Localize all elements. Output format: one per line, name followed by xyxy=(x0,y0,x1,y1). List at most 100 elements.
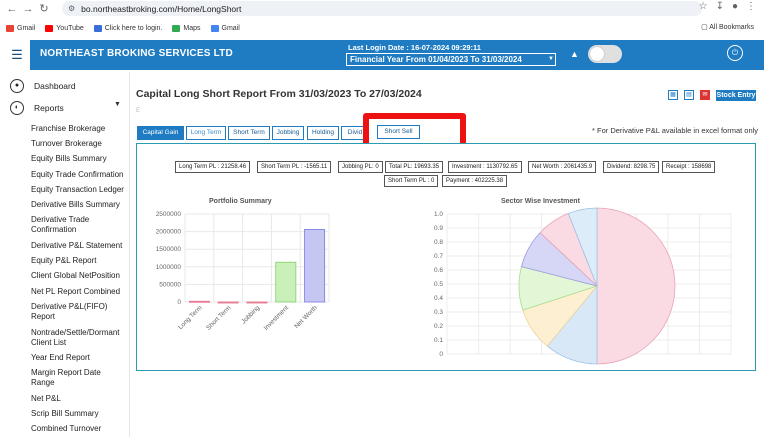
forward-icon[interactable]: → xyxy=(20,1,36,17)
pie-y-tick-label: 0.7 xyxy=(434,253,443,260)
sidebar-item-franchise-brokerage[interactable]: Franchise Brokerage xyxy=(31,124,127,134)
bar xyxy=(217,301,239,304)
sidebar-item-derivative-pl-statement[interactable]: Derivative P&L Statement xyxy=(31,241,127,251)
mail-icon[interactable]: ✉ xyxy=(700,90,710,100)
stat-receipt: Receipt : 158698 xyxy=(662,161,716,173)
page-subtitle: E xyxy=(136,108,141,114)
address-bar[interactable]: ⚙ bo.northeastbroking.com/Home/LongShort xyxy=(62,1,702,16)
sidebar-item-net-pl-report-combined[interactable]: Net PL Report Combined xyxy=(31,287,127,297)
sidebar-item-client-global-netposition[interactable]: Client Global NetPosition xyxy=(31,271,127,281)
pie-y-tick-label: 0.4 xyxy=(434,295,443,302)
pie-slice xyxy=(596,207,676,365)
financial-year-select[interactable]: Financial Year From 01/04/2023 To 31/03/… xyxy=(346,53,556,66)
sidebar-item-year-end-report[interactable]: Year End Report xyxy=(31,353,127,363)
stat-dividend: Dividend: 8298.75 xyxy=(603,161,660,173)
tab-long-term[interactable]: Long Term xyxy=(186,126,226,140)
stock-entry-button[interactable]: Stock Entry xyxy=(716,90,756,101)
sidebar-item-derivative-bills-summary[interactable]: Derivative Bills Summary xyxy=(31,200,127,210)
sidebar-item-combined-turnover[interactable]: Combined Turnover xyxy=(31,424,127,434)
url-text: bo.northeastbroking.com/Home/LongShort xyxy=(81,3,242,14)
bar xyxy=(246,301,268,304)
site-info-icon[interactable]: ⚙ xyxy=(68,4,75,13)
sidebar-item-derivative-trade-confirmation[interactable]: Derivative Trade Confirmation xyxy=(31,215,111,235)
screen: ← → ↻ ⚙ bo.northeastbroking.com/Home/Lon… xyxy=(0,0,764,437)
bar-y-tick-label: 1000000 xyxy=(156,264,182,271)
profile-icon[interactable]: ● xyxy=(732,1,738,12)
menu-dots-icon[interactable]: ⋮ xyxy=(746,1,756,12)
sidebar-item-equity-pl-report[interactable]: Equity P&L Report xyxy=(31,256,127,266)
brand-title: NORTHEAST BROKING SERVICES LTD xyxy=(40,48,233,59)
bar xyxy=(275,261,297,303)
tab-holding[interactable]: Holding xyxy=(307,126,339,140)
derivative-note: * For Derivative P&L available in excel … xyxy=(592,126,759,135)
stat-short-term-pl-2: Short Term PL : 0 xyxy=(384,175,439,187)
bar xyxy=(188,300,210,303)
bar-x-tick-label: Short Term xyxy=(205,304,232,331)
stat-short-term-pl: Short Term PL : -1565.11 xyxy=(257,161,332,173)
browser-toolbar: ← → ↻ ⚙ bo.northeastbroking.com/Home/Lon… xyxy=(0,0,764,18)
pie-y-tick-label: 0.3 xyxy=(434,309,443,316)
bookmark-gmail[interactable]: Gmail xyxy=(6,24,35,32)
stat-investment: Investment : 1130792.65 xyxy=(448,161,522,173)
bar-y-tick-label: 500000 xyxy=(159,281,181,288)
pie-y-tick-label: 0.6 xyxy=(434,267,443,274)
sidebar-item-equity-bills-summary[interactable]: Equity Bills Summary xyxy=(31,154,127,164)
page-title: Capital Long Short Report From 31/03/202… xyxy=(136,88,422,100)
sidebar-item-margin-report-date-range[interactable]: Margin Report Date Range xyxy=(31,368,111,388)
all-bookmarks[interactable]: ▢ All Bookmarks xyxy=(701,23,754,31)
bookmark-gmail-2[interactable]: Gmail xyxy=(210,24,240,32)
bookmark-maps[interactable]: Maps xyxy=(172,24,201,32)
pie-y-tick-label: 0.2 xyxy=(434,323,443,330)
sidebar: ● Dashboard ◐ Reports ▼ Franchise Broker… xyxy=(0,72,130,437)
download-icon[interactable]: ↧ xyxy=(716,1,724,12)
hamburger-menu-icon[interactable]: ☰ xyxy=(8,46,26,64)
pie-y-tick-label: 0 xyxy=(439,351,443,358)
bar-x-tick-label: Jobbing xyxy=(240,304,261,325)
app-header: ☰ NORTHEAST BROKING SERVICES LTD Last Lo… xyxy=(0,40,764,70)
youtube-icon xyxy=(45,24,54,32)
chevron-down-icon[interactable]: ▼ xyxy=(114,101,121,108)
excel-export-icon[interactable]: ▦ xyxy=(668,90,678,100)
toggle-knob xyxy=(590,47,604,61)
bookmark-youtube[interactable]: YouTube xyxy=(45,24,84,32)
pie-y-tick-label: 0.1 xyxy=(434,337,443,344)
bell-icon[interactable]: ▲ xyxy=(570,49,579,59)
pie-y-tick-label: 1.0 xyxy=(434,211,443,218)
stat-long-term-pl: Long Term PL : 21258.46 xyxy=(175,161,251,173)
pie-y-tick-label: 0.8 xyxy=(434,239,443,246)
sidebar-item-reports[interactable]: ◐ Reports xyxy=(10,101,64,115)
stat-jobbing-pl: Jobbing PL: 0 xyxy=(338,161,383,173)
reload-icon[interactable]: ↻ xyxy=(36,1,52,17)
tab-short-term[interactable]: Short Term xyxy=(228,126,270,140)
sidebar-item-scrip-bill-summary[interactable]: Scrip Bill Summary xyxy=(31,409,127,419)
bookmarks-bar: Gmail YouTube Click here to login. Maps … xyxy=(0,20,764,36)
theme-toggle[interactable] xyxy=(588,45,622,63)
sidebar-item-dashboard[interactable]: ● Dashboard xyxy=(10,79,76,93)
sidebar-item-nontrade-client-list[interactable]: Nontrade/Settle/Dormant Client List xyxy=(31,328,127,348)
bar-y-tick-label: 2500000 xyxy=(156,211,182,218)
portfolio-summary-chart: 0 500000 1000000 1500000 2000000 2500000 Long … xyxy=(156,211,330,332)
star-icon[interactable]: ☆ xyxy=(699,1,708,12)
bookmark-login[interactable]: Click here to login. xyxy=(93,24,162,32)
tab-capital-gain[interactable]: Capital Gain xyxy=(137,126,184,140)
bar-x-tick-label: Investment xyxy=(263,304,291,332)
bar-x-tick-label: Net Worth xyxy=(293,304,319,330)
sidebar-item-equity-transaction-ledger[interactable]: Equity Transaction Ledger xyxy=(31,185,127,195)
sector-wise-investment-chart: 0 0.1 0.2 0.3 0.4 0.5 0.6 0.7 0.8 0.9 1.0 xyxy=(434,207,732,365)
report-panel: Long Term PL : 21258.46 Short Term PL : … xyxy=(136,143,756,371)
sidebar-item-equity-trade-confirmation[interactable]: Equity Trade Confirmation xyxy=(31,170,127,180)
pdf-export-icon[interactable]: ▤ xyxy=(684,90,694,100)
bar xyxy=(304,229,326,303)
caret-down-icon[interactable]: ▼ xyxy=(548,56,554,62)
power-icon[interactable]: ⏻ xyxy=(727,45,743,61)
gmail-icon xyxy=(6,24,14,32)
sidebar-item-turnover-brokerage[interactable]: Turnover Brokerage xyxy=(31,139,127,149)
bar-y-tick-label: 1500000 xyxy=(156,246,182,253)
last-login-date: Last Login Date : 16-07-2024 09:29:11 xyxy=(348,43,481,52)
pie-y-tick-label: 0.5 xyxy=(434,281,443,288)
back-icon[interactable]: ← xyxy=(4,1,20,17)
stat-payment: Payment : 402225.38 xyxy=(442,175,508,187)
sidebar-item-derivative-pl-fifo[interactable]: Derivative P&L(FIFO) Report xyxy=(31,302,115,322)
tab-jobbing[interactable]: Jobbing xyxy=(272,126,304,140)
sidebar-item-net-pl[interactable]: Net P&L xyxy=(31,394,127,404)
